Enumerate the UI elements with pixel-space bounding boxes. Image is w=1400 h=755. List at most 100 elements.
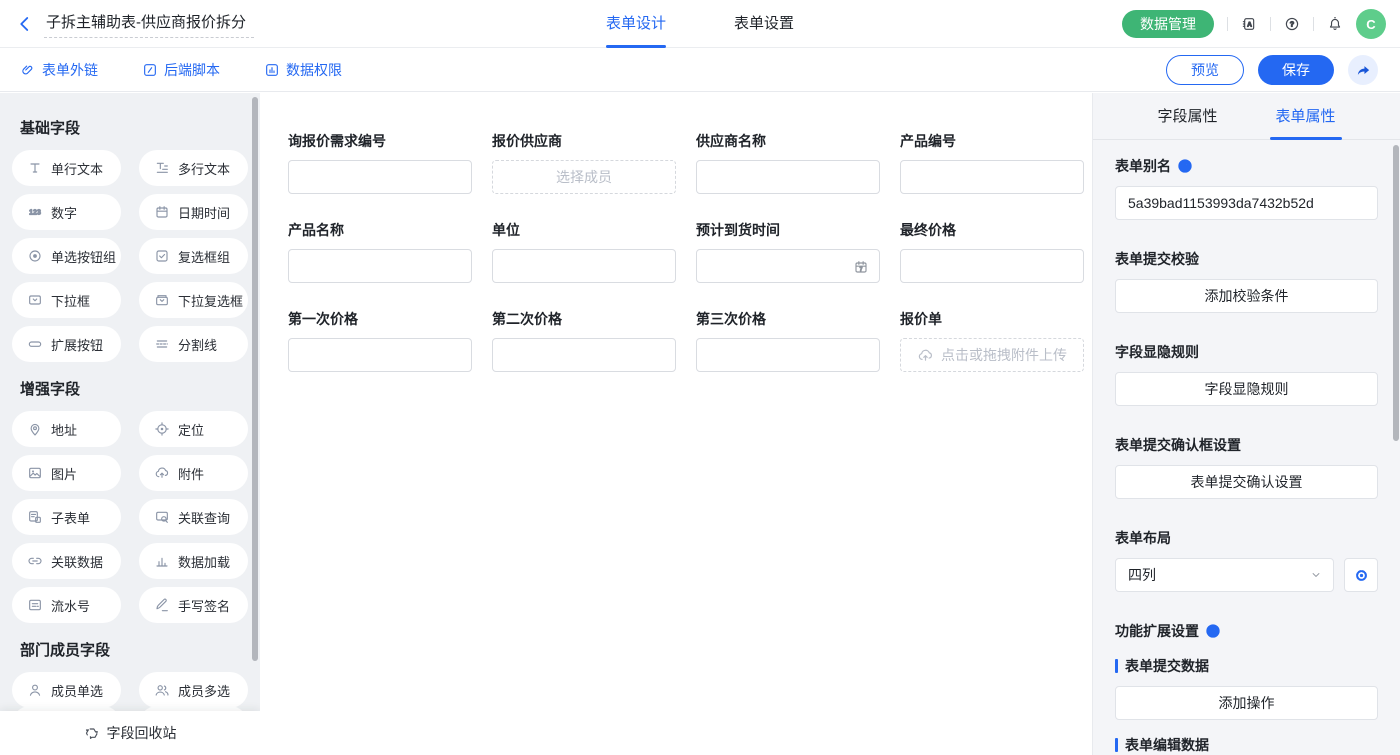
panel-scrollbar[interactable]	[1393, 145, 1399, 441]
field-type-checkbox-group[interactable]: 复选框组	[139, 238, 248, 274]
field-type-radio-group[interactable]: 单选按钮组	[12, 238, 121, 274]
submit-data-add-action-button[interactable]: 添加操作	[1115, 686, 1378, 720]
extend-button-icon	[27, 336, 43, 352]
layout-settings-button[interactable]	[1344, 558, 1378, 592]
form-field-text[interactable]: 产品编号	[900, 131, 1084, 194]
field-type-multi-line-text[interactable]: 多行文本	[139, 150, 248, 186]
tab-form-design[interactable]: 表单设计	[606, 0, 666, 48]
external-link-button[interactable]: 表单外链	[20, 60, 98, 80]
field-type-member-multi[interactable]: 成员多选	[139, 672, 248, 708]
notification-bell-icon[interactable]	[1327, 16, 1343, 32]
tab-form-properties[interactable]: 表单属性	[1276, 93, 1336, 140]
top-tabs: 表单设计 表单设置	[606, 0, 794, 48]
tab-field-properties[interactable]: 字段属性	[1157, 93, 1217, 140]
serial-number-icon	[27, 597, 43, 613]
upload-placeholder: 点击或拖拽附件上传	[941, 345, 1067, 365]
field-type-select[interactable]: 下拉框	[12, 282, 121, 318]
form-field-text[interactable]: 第二次价格	[492, 309, 676, 372]
field-input[interactable]	[492, 249, 676, 283]
image-icon	[27, 465, 43, 481]
field-type-single-line-text[interactable]: 单行文本	[12, 150, 121, 186]
back-button[interactable]	[16, 15, 34, 33]
field-input[interactable]	[696, 160, 880, 194]
field-type-address[interactable]: 地址	[12, 411, 121, 447]
field-type-image[interactable]: 图片	[12, 455, 121, 491]
field-type-serial-number[interactable]: 流水号	[12, 587, 121, 623]
form-field-text[interactable]: 最终价格	[900, 220, 1084, 283]
form-title[interactable]: 子拆主辅助表-供应商报价拆分	[44, 9, 254, 38]
group-title-member: 部门成员字段	[20, 639, 248, 660]
preview-button[interactable]: 预览	[1166, 55, 1244, 85]
form-field-text[interactable]: 供应商名称	[696, 131, 880, 194]
field-type-attachment[interactable]: 附件	[139, 455, 248, 491]
field-type-data-load[interactable]: 数据加载	[139, 543, 248, 579]
sidebar-scrollbar[interactable]	[252, 97, 258, 661]
field-type-multi-select[interactable]: 下拉复选框	[139, 282, 248, 318]
member-multi-icon	[154, 682, 170, 698]
field-input[interactable]	[492, 338, 676, 372]
field-label: 询报价需求编号	[288, 131, 472, 151]
address-icon	[27, 421, 43, 437]
form-alias-input[interactable]	[1115, 186, 1378, 220]
field-input[interactable]: 选择成员	[492, 160, 676, 194]
field-input[interactable]: 点击或拖拽附件上传	[900, 338, 1084, 372]
avatar[interactable]: C	[1356, 9, 1386, 39]
field-type-divider[interactable]: 分割线	[139, 326, 248, 362]
form-field-member[interactable]: 报价供应商 选择成员	[492, 131, 676, 194]
backend-script-button[interactable]: 后端脚本	[142, 60, 220, 80]
field-type-linked-data[interactable]: 关联数据	[12, 543, 121, 579]
divider	[1313, 17, 1314, 31]
help-filled-icon[interactable]	[1205, 623, 1221, 639]
form-field-text[interactable]: 第一次价格	[288, 309, 472, 372]
data-manage-button[interactable]: 数据管理	[1122, 10, 1214, 38]
field-label: 产品编号	[900, 131, 1084, 151]
help-icon[interactable]	[1284, 16, 1300, 32]
field-input[interactable]	[696, 338, 880, 372]
field-input[interactable]	[288, 338, 472, 372]
subform-icon	[27, 509, 43, 525]
number-icon	[27, 204, 43, 220]
field-type-signature[interactable]: 手写签名	[139, 587, 248, 623]
field-input[interactable]	[900, 160, 1084, 194]
form-field-upload[interactable]: 报价单 点击或拖拽附件上传	[900, 309, 1084, 372]
form-field-text[interactable]: 单位	[492, 220, 676, 283]
select-icon	[27, 292, 43, 308]
field-input[interactable]	[696, 249, 880, 283]
field-type-linked-query[interactable]: 关联查询	[139, 499, 248, 535]
submit-validation-label: 表单提交校验	[1115, 249, 1378, 269]
form-field-date[interactable]: 预计到货时间	[696, 220, 880, 283]
help-filled-icon[interactable]	[1177, 158, 1193, 174]
field-recycle-bin[interactable]: 字段回收站	[0, 711, 260, 755]
main-area: 基础字段 单行文本 多行文本 数字 日期时间 单选按钮组 复选框组 下拉框 下拉…	[0, 93, 1400, 755]
attachment-icon	[154, 465, 170, 481]
data-permission-button[interactable]: 数据权限	[264, 60, 342, 80]
field-input[interactable]	[288, 249, 472, 283]
field-type-datetime[interactable]: 日期时间	[139, 194, 248, 230]
save-button[interactable]: 保存	[1258, 55, 1334, 85]
submit-confirm-button[interactable]: 表单提交确认设置	[1115, 465, 1378, 499]
share-button[interactable]	[1348, 55, 1378, 85]
add-validation-button[interactable]: 添加校验条件	[1115, 279, 1378, 313]
top-right-actions: 数据管理 C	[1122, 0, 1386, 48]
field-type-number[interactable]: 数字	[12, 194, 121, 230]
divider-icon	[154, 336, 170, 352]
address-book-icon[interactable]	[1241, 16, 1257, 32]
form-field-text[interactable]: 询报价需求编号	[288, 131, 472, 194]
field-type-location[interactable]: 定位	[139, 411, 248, 447]
field-type-subform[interactable]: 子表单	[12, 499, 121, 535]
layout-select[interactable]: 四列	[1115, 558, 1334, 592]
field-visibility-button[interactable]: 字段显隐规则	[1115, 372, 1378, 406]
link-icon	[20, 62, 36, 78]
form-field-text[interactable]: 第三次价格	[696, 309, 880, 372]
single-line-text-icon	[27, 160, 43, 176]
field-label: 第二次价格	[492, 309, 676, 329]
submit-data-label: 表单提交数据	[1115, 656, 1378, 676]
field-type-extend-button[interactable]: 扩展按钮	[12, 326, 121, 362]
field-input[interactable]	[900, 249, 1084, 283]
script-icon	[142, 62, 158, 78]
field-input[interactable]	[288, 160, 472, 194]
form-field-text[interactable]: 产品名称	[288, 220, 472, 283]
tab-form-settings[interactable]: 表单设置	[734, 0, 794, 48]
field-type-member-single[interactable]: 成员单选	[12, 672, 121, 708]
upload-cloud-icon	[917, 347, 934, 364]
